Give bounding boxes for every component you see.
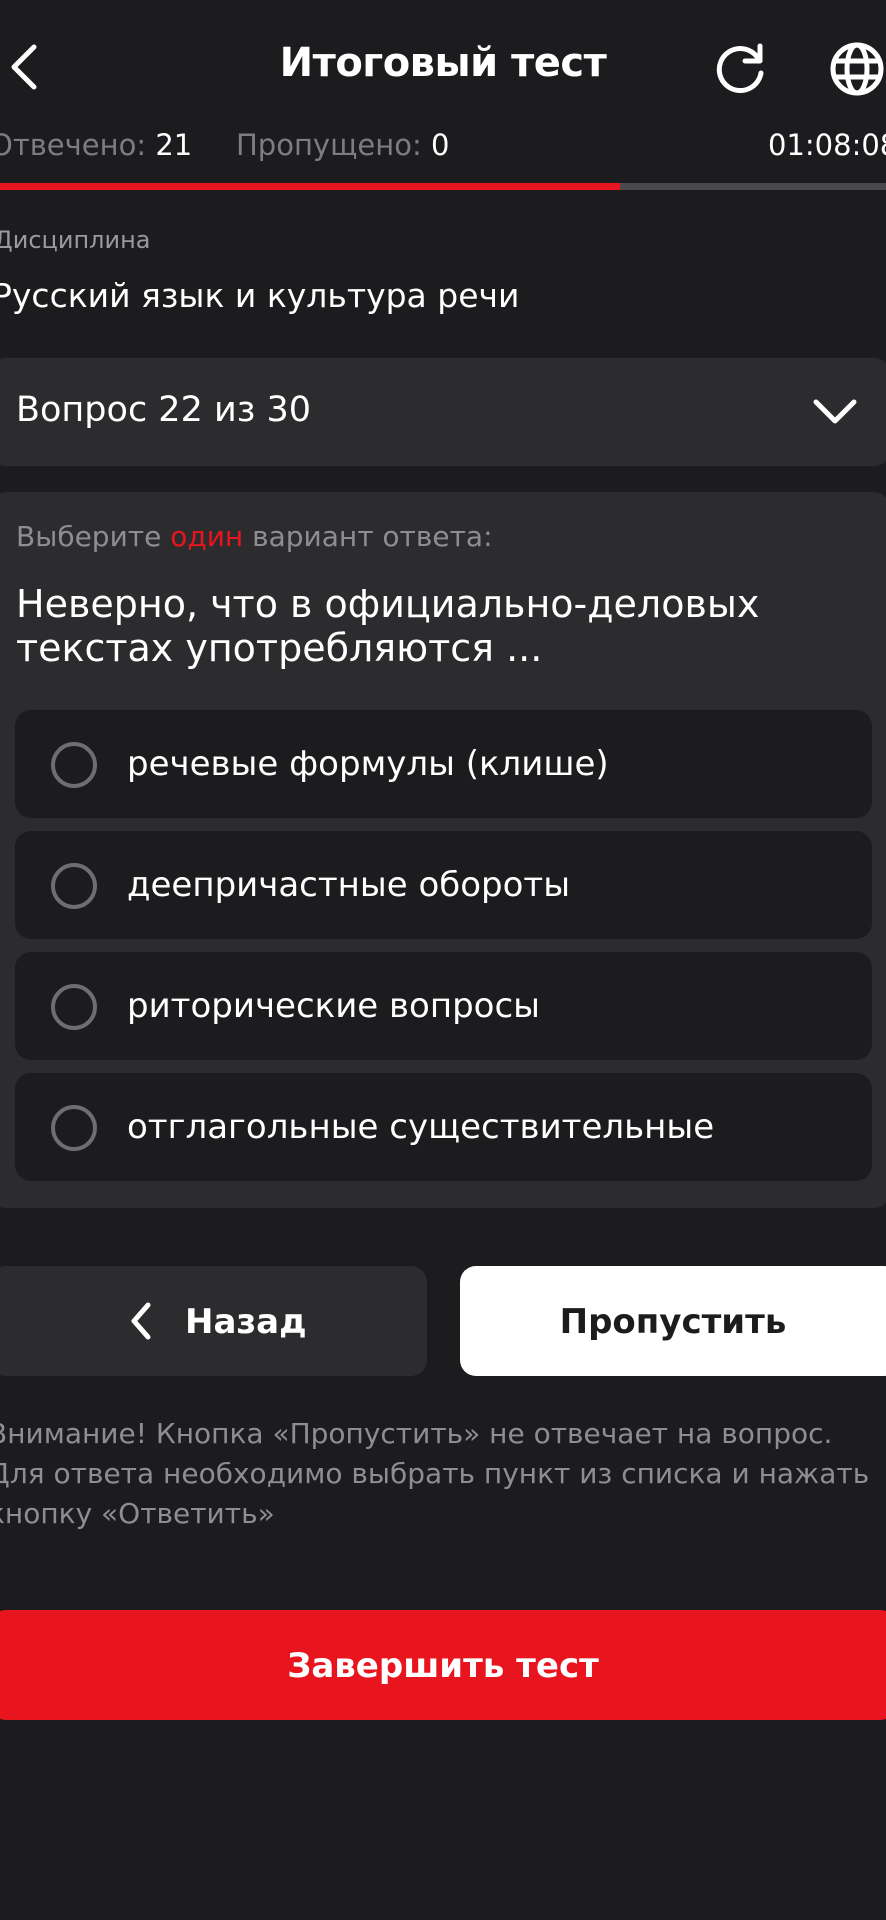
header: Итоговый тест bbox=[0, 0, 886, 130]
skip-button-label: Пропустить bbox=[559, 1302, 787, 1342]
finish-test-button[interactable]: Завершить тест bbox=[0, 1610, 886, 1720]
quiz-screen: Итоговый тест Отвечено: 21 Пропущено: 0 … bbox=[0, 0, 886, 1920]
question-card: Выберите один вариант ответа: Неверно, ч… bbox=[0, 492, 886, 1208]
skip-button[interactable]: Пропустить bbox=[460, 1266, 886, 1376]
radio-button[interactable] bbox=[51, 984, 97, 1030]
answer-option[interactable]: риторические вопросы bbox=[15, 952, 872, 1060]
option-label: риторические вопросы bbox=[127, 986, 541, 1026]
back-button-label: Назад bbox=[185, 1302, 307, 1342]
stats-row: Отвечено: 21 Пропущено: 0 01:08:08 bbox=[0, 128, 886, 168]
skipped-counter: Пропущено: 0 bbox=[236, 128, 449, 162]
refresh-icon[interactable] bbox=[712, 40, 768, 96]
radio-button[interactable] bbox=[51, 742, 97, 788]
progress-bar bbox=[0, 183, 886, 190]
answered-counter: Отвечено: 21 bbox=[0, 128, 192, 162]
skipped-value: 0 bbox=[430, 128, 450, 162]
progress-fill bbox=[0, 183, 621, 190]
option-label: отглагольные существительные bbox=[127, 1107, 715, 1147]
radio-button[interactable] bbox=[51, 863, 97, 909]
timer: 01:08:08 bbox=[768, 128, 886, 162]
instruction-after: вариант ответа: bbox=[243, 520, 493, 553]
notice-text: Внимание! Кнопка «Пропустить» не отвечае… bbox=[0, 1417, 870, 1530]
answer-option[interactable]: речевые формулы (клише) bbox=[15, 710, 872, 818]
instruction-before: Выберите bbox=[16, 520, 171, 553]
finish-test-label: Завершить тест bbox=[287, 1646, 599, 1686]
chevron-down-icon bbox=[813, 399, 857, 424]
discipline-label: Дисциплина bbox=[0, 226, 151, 254]
option-label: речевые формулы (клише) bbox=[127, 744, 609, 784]
globe-icon[interactable] bbox=[828, 40, 886, 98]
instruction-text: Выберите один вариант ответа: bbox=[16, 520, 493, 553]
radio-button[interactable] bbox=[51, 1105, 97, 1151]
instruction-accent: один bbox=[170, 520, 244, 553]
option-label: деепричастные обороты bbox=[127, 865, 571, 905]
question-text: Неверно, что в официально-деловых текста… bbox=[16, 582, 760, 670]
answered-label: Отвечено: bbox=[0, 128, 147, 162]
answer-option[interactable]: отглагольные существительные bbox=[15, 1073, 872, 1181]
chevron-left-icon bbox=[131, 1302, 151, 1340]
answered-value: 21 bbox=[155, 128, 193, 162]
question-number: Вопрос 22 из 30 bbox=[16, 390, 311, 430]
discipline-name: Русский язык и культура речи bbox=[0, 276, 520, 315]
back-button[interactable]: Назад bbox=[0, 1266, 427, 1376]
answer-option[interactable]: деепричастные обороты bbox=[15, 831, 872, 939]
question-selector-dropdown[interactable]: Вопрос 22 из 30 bbox=[0, 358, 886, 466]
skipped-label: Пропущено: bbox=[236, 128, 422, 162]
